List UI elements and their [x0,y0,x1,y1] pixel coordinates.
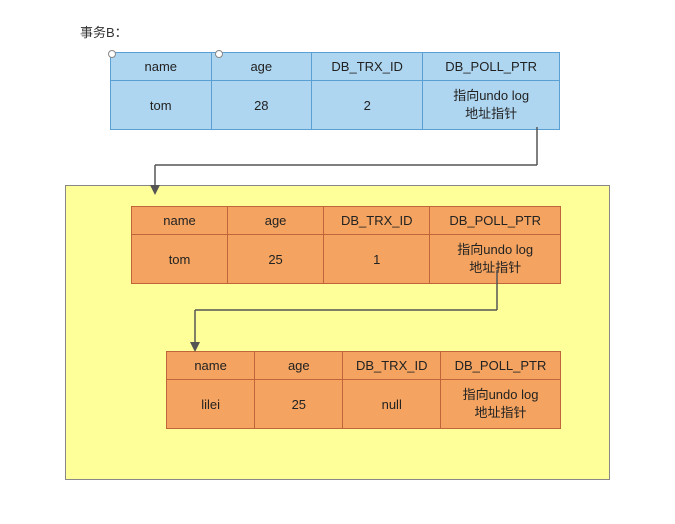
u1-row-age: 25 [228,235,324,284]
u2-row-age: 25 [255,380,343,429]
undo-log-box: name age DB_TRX_ID DB_POLL_PTR tom 25 1 … [65,185,610,480]
u1-header-age: age [228,207,324,235]
top-header-name: name [111,53,212,81]
dot-2 [215,50,223,58]
u2-header-age: age [255,352,343,380]
top-header-age: age [211,53,312,81]
u2-header-name: name [167,352,255,380]
page: 事务B： name age DB_TRX_ID DB_POLL_PTR tom … [0,0,675,524]
undo-table-1: name age DB_TRX_ID DB_POLL_PTR tom 25 1 … [131,206,561,284]
u2-header-ptr: DB_POLL_PTR [441,352,561,380]
u2-header-trxid: DB_TRX_ID [343,352,441,380]
u1-row-trxid: 1 [324,235,430,284]
u2-row-ptr: 指向undo log地址指针 [441,380,561,429]
top-row-ptr: 指向undo log地址指针 [423,81,560,130]
dot-1 [108,50,116,58]
u1-row-name: tom [132,235,228,284]
top-row-age: 28 [211,81,312,130]
u2-row-trxid: null [343,380,441,429]
u1-header-trxid: DB_TRX_ID [324,207,430,235]
top-row-name: tom [111,81,212,130]
top-header-ptr: DB_POLL_PTR [423,53,560,81]
u1-row-ptr: 指向undo log地址指针 [430,235,561,284]
u2-row-name: lilei [167,380,255,429]
transaction-b-label: 事务B： [80,22,128,41]
u1-header-name: name [132,207,228,235]
top-header-trxid: DB_TRX_ID [312,53,423,81]
top-row-trxid: 2 [312,81,423,130]
undo-table-2: name age DB_TRX_ID DB_POLL_PTR lilei 25 … [166,351,561,429]
top-table: name age DB_TRX_ID DB_POLL_PTR tom 28 2 … [110,52,560,130]
u1-header-ptr: DB_POLL_PTR [430,207,561,235]
